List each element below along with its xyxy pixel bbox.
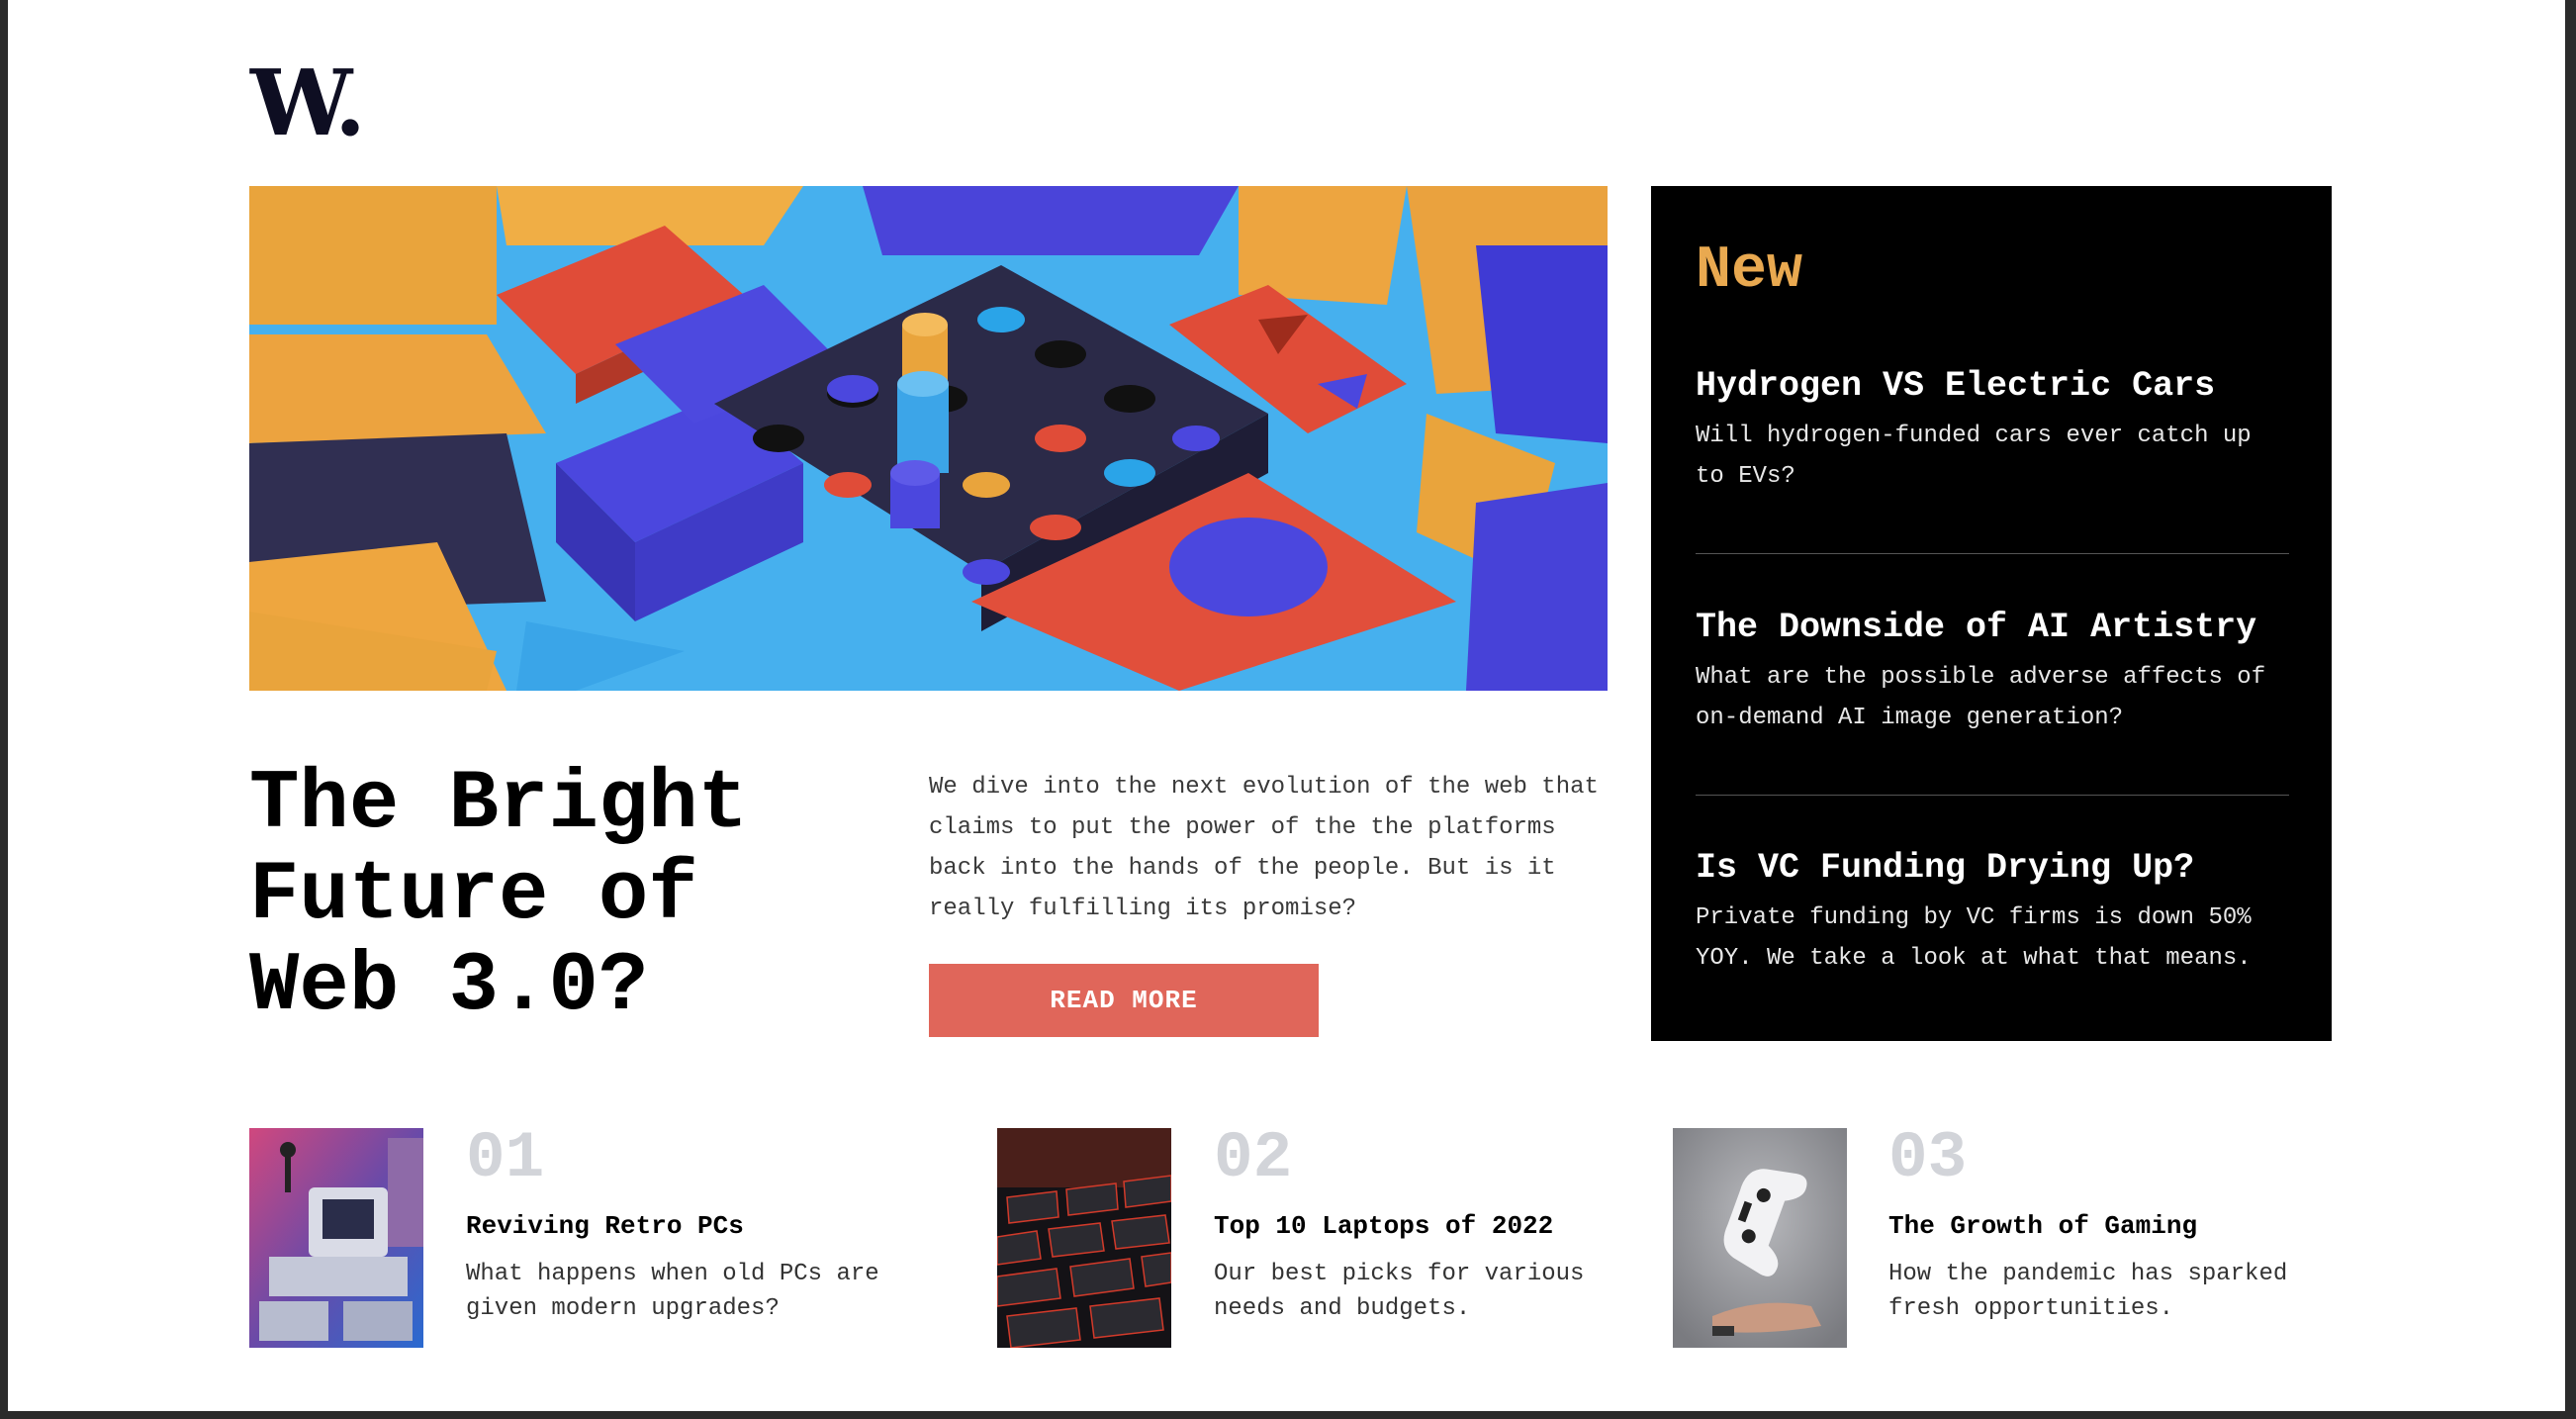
article-title[interactable]: Reviving Retro PCs [466,1210,744,1242]
article-number: 02 [1214,1121,1293,1195]
hero-description: We dive into the next evolution of the w… [929,774,1599,922]
laptop-keyboard-image[interactable] [997,1128,1171,1348]
retro-pcs-image[interactable] [249,1128,423,1348]
new-item-title[interactable]: Is VC Funding Drying Up? [1696,848,2289,888]
article-title[interactable]: The Growth of Gaming [1888,1210,2197,1242]
new-item[interactable]: Hydrogen VS Electric Cars Will hydrogen-… [1696,366,2289,497]
abstract-blocks-illustration [249,186,1608,691]
article-description: Our best picks for various needs and bud… [1214,1261,1585,1322]
read-more-button[interactable]: READ MORE [929,964,1319,1037]
new-item[interactable]: The Downside of AI Artistry What are the… [1696,608,2289,738]
game-controller-image[interactable] [1673,1128,1847,1348]
new-item-title[interactable]: The Downside of AI Artistry [1696,608,2289,647]
new-item-description: Will hydrogen-funded cars ever catch up … [1696,423,2252,490]
article-description: How the pandemic has sparked fresh oppor… [1888,1261,2288,1322]
divider [1696,795,2289,796]
hero-title[interactable]: The Bright Future of Web 3.0? [249,760,882,1033]
hero-image [249,186,1608,691]
new-heading: New [1696,237,1803,305]
new-articles-panel: New Hydrogen VS Electric Cars Will hydro… [1651,186,2332,1041]
new-item-title[interactable]: Hydrogen VS Electric Cars [1696,366,2289,406]
article-description: What happens when old PCs are given mode… [466,1261,879,1322]
new-item[interactable]: Is VC Funding Drying Up? Private funding… [1696,848,2289,979]
article-title[interactable]: Top 10 Laptops of 2022 [1214,1210,1553,1242]
article-number: 03 [1888,1121,1968,1195]
new-item-description: Private funding by VC firms is down 50% … [1696,904,2252,972]
site-logo[interactable]: W. [250,57,366,148]
divider [1696,553,2289,554]
page: W. The Bright Future of Web 3.0? We dive… [8,0,2565,1411]
new-item-description: What are the possible adverse affects of… [1696,664,2266,731]
article-number: 01 [466,1121,545,1195]
